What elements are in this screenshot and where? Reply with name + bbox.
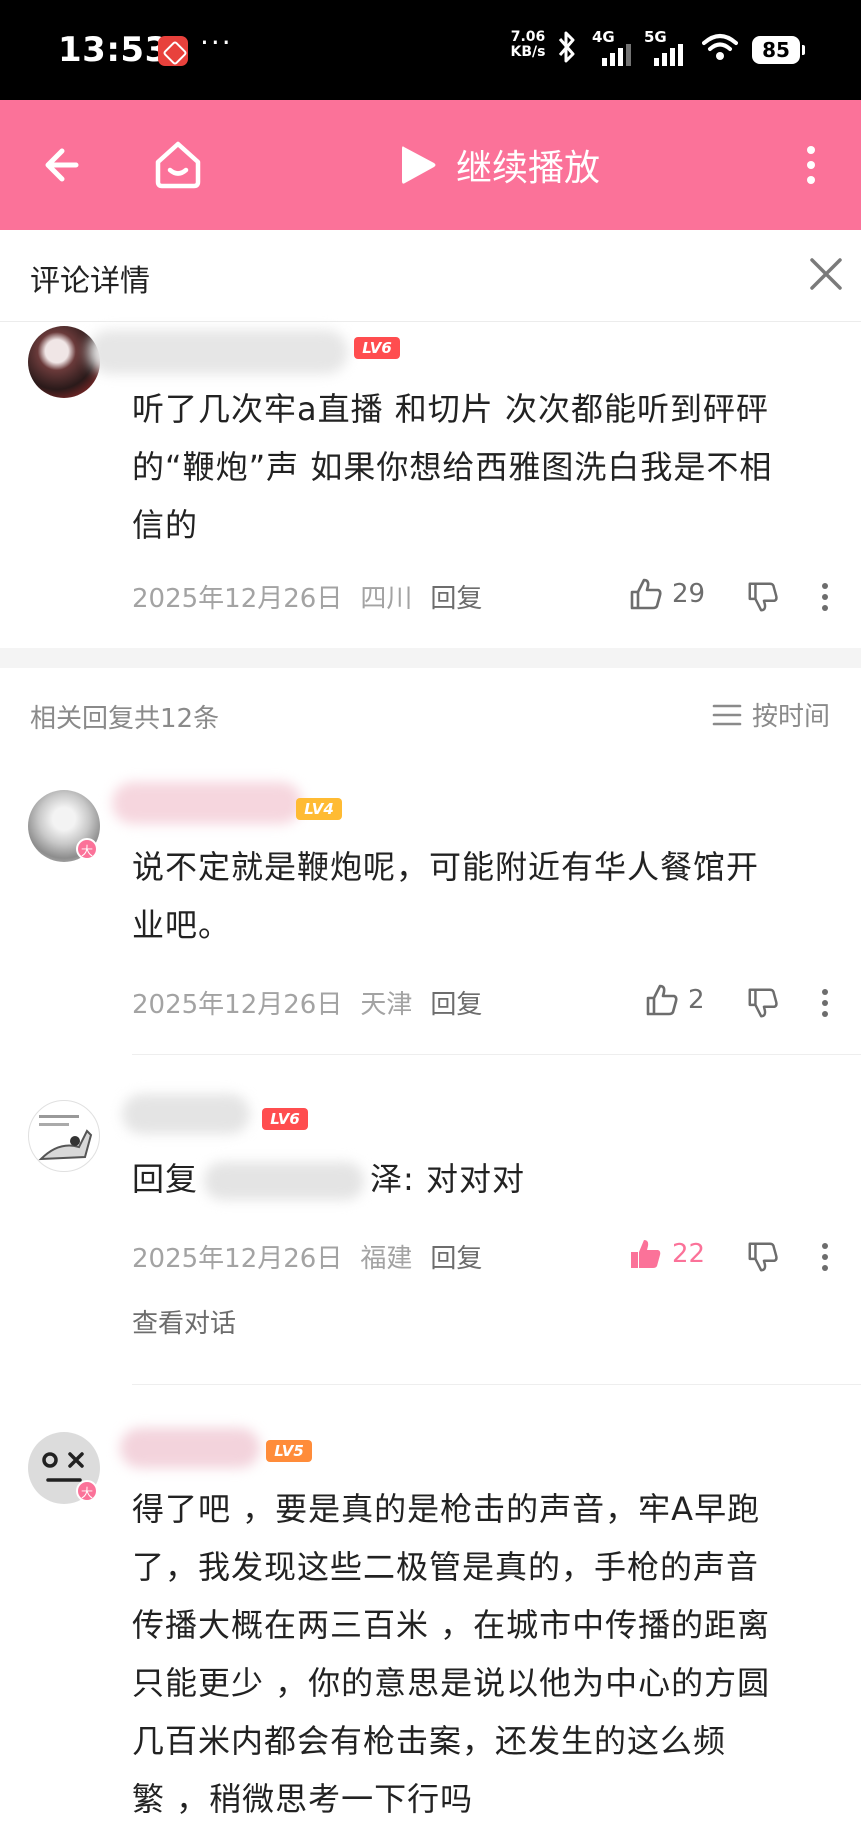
status-time: 13:53	[58, 30, 169, 70]
comment-line: 信的	[132, 506, 199, 544]
username-blurred[interactable]	[88, 330, 348, 374]
app-notification-icon	[158, 36, 188, 66]
thumbs-down-icon[interactable]	[746, 986, 780, 1020]
comment-line: 听了几次牢a直播 和切片 次次都能听到砰砰	[132, 390, 769, 428]
comment-location: 四川	[360, 584, 413, 614]
thumbs-up-icon	[630, 578, 662, 610]
divider	[132, 1054, 861, 1055]
more-options-icon[interactable]	[820, 1240, 830, 1274]
more-vertical-icon[interactable]	[796, 140, 826, 190]
username-blurred[interactable]	[112, 782, 302, 824]
username-blurred[interactable]	[122, 1094, 250, 1134]
comment-text: 听了几次牢a直播 和切片 次次都能听到砰砰 的“鞭炮”声 如果你想给西雅图洗白我…	[132, 380, 772, 554]
reply-location: 天津	[360, 990, 413, 1020]
reply-line: 只能更少 ，你的意思是说以他为中心的方圆	[132, 1664, 771, 1702]
continue-play-button[interactable]: 继续播放	[398, 140, 600, 190]
username-blurred[interactable]	[120, 1428, 260, 1468]
comment-date: 2025年12月26日	[132, 584, 343, 614]
home-tv-icon[interactable]	[150, 136, 206, 192]
battery-indicator: 85	[752, 36, 805, 64]
reply-date: 2025年12月26日	[132, 1244, 343, 1274]
status-bar: 13:53 ··· 7.06 KB/s 4G 5G 85	[0, 0, 861, 100]
reply-text: 说不定就是鞭炮呢，可能附近有华人餐馆开 业吧。	[132, 838, 759, 954]
signal-4g-icon: 4G	[592, 28, 638, 68]
network-speed-value: 7.06	[510, 29, 546, 45]
like-button[interactable]: 2	[644, 982, 705, 1018]
reply-button[interactable]: 回复	[430, 584, 482, 614]
divider	[132, 1384, 861, 1385]
replies-header: 相关回复共12条 按时间	[0, 668, 861, 758]
like-button[interactable]: 29	[628, 576, 705, 612]
comment-meta: 2025年12月26日 四川 回复	[132, 578, 482, 615]
more-options-icon[interactable]	[820, 580, 830, 614]
like-count: 2	[688, 985, 705, 1015]
like-count: 22	[672, 1239, 706, 1269]
avatar[interactable]	[28, 1100, 100, 1172]
reply-line: 得了吧 ，要是真的是枪击的声音，牢A早跑	[132, 1490, 761, 1528]
more-options-icon[interactable]	[820, 986, 830, 1020]
app-header: 继续播放	[0, 100, 861, 230]
comment-detail-header: 评论详情	[0, 230, 861, 322]
section-divider	[0, 648, 861, 668]
sort-lines-icon	[712, 704, 742, 725]
bluetooth-icon	[556, 30, 578, 72]
reply-line: 业吧。	[132, 906, 232, 944]
play-icon	[402, 146, 436, 184]
level-badge: LV6	[262, 1108, 308, 1130]
reply-button[interactable]: 回复	[430, 1244, 482, 1274]
vip-badge: 大	[76, 1480, 98, 1502]
sort-label: 按时间	[752, 702, 831, 732]
reply-line: 了，我发现这些二极管是真的，手枪的声音	[132, 1548, 760, 1586]
reply-count: 相关回复共12条	[30, 704, 220, 734]
sort-by-time-button[interactable]: 按时间	[712, 696, 830, 733]
network-speed: 7.06 KB/s	[508, 30, 548, 60]
thumbs-up-icon	[646, 984, 678, 1016]
like-button[interactable]: 22	[628, 1236, 705, 1272]
close-icon[interactable]	[806, 254, 846, 294]
reply-text: 回复 泽: 对对对	[132, 1150, 525, 1208]
reply-meta: 2025年12月26日 天津 回复	[132, 984, 482, 1021]
page-title: 评论详情	[30, 264, 150, 299]
continue-play-label: 继续播放	[456, 148, 601, 189]
reply-meta: 2025年12月26日 福建 回复	[132, 1238, 482, 1275]
comment-line: 的“鞭炮”声 如果你想给西雅图洗白我是不相	[132, 448, 773, 486]
signal-5g-icon: 5G	[644, 28, 690, 68]
reply-location: 福建	[360, 1244, 413, 1274]
more-notifications-icon: ···	[200, 26, 233, 59]
level-badge: LV6	[354, 337, 400, 359]
network-speed-unit: KB/s	[510, 44, 546, 60]
level-badge: LV5	[266, 1440, 312, 1462]
level-badge: LV4	[296, 798, 342, 820]
reply-tail: 泽: 对对对	[370, 1160, 525, 1198]
back-arrow-icon[interactable]	[40, 140, 90, 190]
wifi-icon	[702, 32, 738, 62]
reply-prefix: 回复	[132, 1160, 199, 1198]
reply-button[interactable]: 回复	[430, 990, 482, 1020]
vip-badge: 大	[76, 838, 98, 860]
reply-text: 得了吧 ，要是真的是枪击的声音，牢A早跑 了，我发现这些二极管是真的，手枪的声音…	[132, 1480, 770, 1828]
view-conversation-link[interactable]: 查看对话	[132, 1303, 236, 1340]
reply-date: 2025年12月26日	[132, 990, 343, 1020]
like-count: 29	[672, 579, 706, 609]
avatar[interactable]	[28, 326, 100, 398]
reply-line: 说不定就是鞭炮呢，可能附近有华人餐馆开	[132, 848, 760, 886]
mentioned-user-blurred[interactable]	[204, 1162, 365, 1200]
thumbs-down-icon[interactable]	[746, 580, 780, 614]
reply-line: 传播大概在两三百米 ，在城市中传播的距离	[132, 1606, 771, 1644]
reply-line: 繁 ，稍微思考一下行吗	[132, 1780, 474, 1818]
reply-line: 几百米内都会有枪击案，还发生的这么频	[132, 1722, 727, 1760]
thumbs-down-icon[interactable]	[746, 1240, 780, 1274]
thumbs-up-filled-icon	[631, 1240, 661, 1268]
